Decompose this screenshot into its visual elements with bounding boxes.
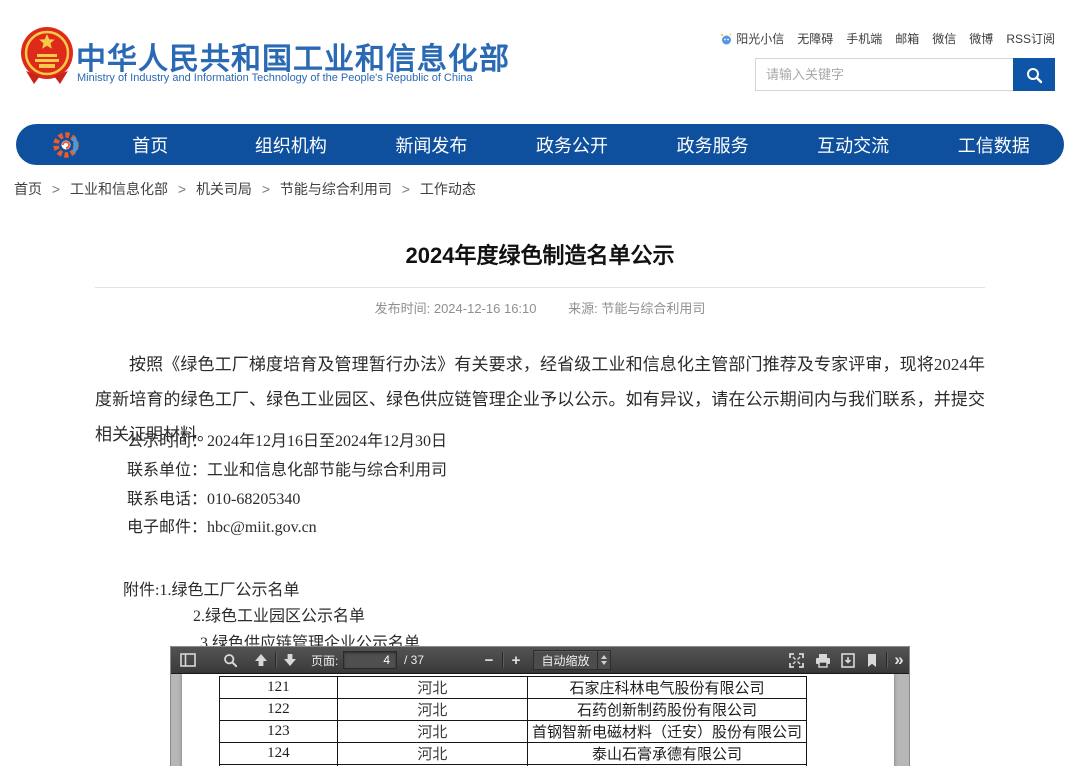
arrow-up-icon xyxy=(254,653,268,667)
contact-info-block: 公示时间：2024年12月16日至2024年12月30日 联系单位：工业和信息化… xyxy=(127,428,447,543)
zoom-select-spinner-icon xyxy=(597,651,610,669)
breadcrumb-miit[interactable]: 工业和信息化部 xyxy=(70,181,168,197)
previous-page-button[interactable] xyxy=(250,647,272,673)
breadcrumb-energy-dept[interactable]: 节能与综合利用司 xyxy=(280,181,392,197)
cell-province: 河北 xyxy=(337,699,527,721)
page-label: 页面: xyxy=(311,647,338,673)
article-title: 2024年度绿色制造名单公示 xyxy=(95,238,985,270)
contact-phone: 联系电话：010-68205340 xyxy=(127,486,447,515)
cell-no: 122 xyxy=(220,699,338,721)
cell-province: 河北 xyxy=(337,743,527,765)
sunshine-robot-icon xyxy=(719,32,733,46)
search-button[interactable] xyxy=(1013,58,1055,91)
cell-company: 首钢智新电磁材料（迁安）股份有限公司 xyxy=(527,721,806,743)
nav-item-data[interactable]: 工信数据 xyxy=(923,132,1064,158)
zoom-select-value: 自动缩放 xyxy=(534,652,597,669)
breadcrumb-work-updates[interactable]: 工作动态 xyxy=(420,181,476,197)
quick-link-accessibility[interactable]: 无障碍 xyxy=(797,30,833,47)
cell-company: 泰山石膏承德有限公司 xyxy=(527,743,806,765)
pdf-toolbar: 页面: / 37 − + 自动缩放 xyxy=(171,647,909,674)
toolbar-divider xyxy=(275,652,276,668)
next-page-button[interactable] xyxy=(279,647,301,673)
breadcrumb-separator: > xyxy=(52,181,60,197)
download-icon xyxy=(841,653,855,668)
cell-no: 121 xyxy=(220,677,338,699)
breadcrumb-departments[interactable]: 机关司局 xyxy=(196,181,252,197)
attachment-2: 2.绿色工业园区公示名单 xyxy=(193,604,420,630)
bookmark-icon xyxy=(866,653,878,668)
search-input[interactable] xyxy=(755,58,1013,91)
table-row: 122 河北 石药创新制药股份有限公司 xyxy=(220,699,807,721)
breadcrumb-home[interactable]: 首页 xyxy=(14,181,42,197)
nav-item-news[interactable]: 新闻发布 xyxy=(361,132,502,158)
quick-link-sunshine[interactable]: 阳光小信 xyxy=(719,30,784,47)
breadcrumb: 首页 > 工业和信息化部 > 机关司局 > 节能与综合利用司 > 工作动态 xyxy=(14,179,476,199)
quick-link-mail[interactable]: 邮箱 xyxy=(895,30,919,47)
national-emblem-logo xyxy=(20,26,74,86)
breadcrumb-separator: > xyxy=(402,181,410,197)
find-icon xyxy=(223,653,238,668)
toolbar-divider xyxy=(502,652,503,668)
toolbar-divider xyxy=(886,652,887,668)
breadcrumb-separator: > xyxy=(262,181,270,197)
print-icon xyxy=(815,653,831,668)
attachment-1: 附件:1.绿色工厂公示名单 xyxy=(123,578,420,604)
zoom-select[interactable]: 自动缩放 xyxy=(533,650,611,670)
quick-link-mobile[interactable]: 手机端 xyxy=(846,30,882,47)
zoom-out-button[interactable]: − xyxy=(479,647,499,673)
table-row: 121 河北 石家庄科林电气股份有限公司 xyxy=(220,677,807,699)
download-button[interactable] xyxy=(837,647,859,673)
quick-link-label: 阳光小信 xyxy=(736,30,784,47)
article-source: 来源: 节能与综合利用司 xyxy=(568,301,705,316)
publish-time: 发布时间: 2024-12-16 16:10 xyxy=(375,301,537,316)
cell-province: 河北 xyxy=(337,677,527,699)
search-icon xyxy=(1025,66,1043,84)
nav-item-interaction[interactable]: 互动交流 xyxy=(783,132,924,158)
nav-item-home[interactable]: 首页 xyxy=(80,132,221,158)
cell-company: 石家庄科林电气股份有限公司 xyxy=(527,677,806,699)
more-tools-button[interactable]: » xyxy=(888,647,910,673)
quick-link-rss[interactable]: RSS订阅 xyxy=(1006,30,1055,47)
article-meta: 发布时间: 2024-12-16 16:10 来源: 节能与综合利用司 xyxy=(95,298,985,317)
nav-items: 首页 组织机构 新闻发布 政务公开 政务服务 互动交流 工信数据 xyxy=(80,132,1064,158)
quick-link-wechat[interactable]: 微信 xyxy=(932,30,956,47)
title-divider xyxy=(95,287,985,288)
find-button[interactable] xyxy=(219,647,241,673)
pdf-viewer: 页面: / 37 − + 自动缩放 xyxy=(170,646,910,766)
page-number-input[interactable] xyxy=(343,651,397,669)
print-button[interactable] xyxy=(812,647,834,673)
search-bar xyxy=(755,58,1055,91)
cell-no: 123 xyxy=(220,721,338,743)
sidebar-toggle-icon xyxy=(180,653,196,667)
nav-item-organization[interactable]: 组织机构 xyxy=(221,132,362,158)
cell-province: 河北 xyxy=(337,721,527,743)
publicity-period: 公示时间：2024年12月16日至2024年12月30日 xyxy=(127,428,447,457)
sidebar-toggle-button[interactable] xyxy=(177,647,199,673)
contact-unit: 联系单位：工业和信息化部节能与综合利用司 xyxy=(127,457,447,486)
nav-item-gov-services[interactable]: 政务服务 xyxy=(642,132,783,158)
table-row: 123 河北 首钢智新电磁材料（迁安）股份有限公司 xyxy=(220,721,807,743)
miit-gear-e-icon xyxy=(52,131,80,159)
article: 2024年度绿色制造名单公示 发布时间: 2024-12-16 16:10 来源… xyxy=(95,232,985,648)
presentation-mode-button[interactable] xyxy=(785,647,807,673)
cell-company: 石药创新制药股份有限公司 xyxy=(527,699,806,721)
table-row: 124 河北 泰山石膏承德有限公司 xyxy=(220,743,807,765)
pdf-page: 121 河北 石家庄科林电气股份有限公司 122 河北 石药创新制药股份有限公司… xyxy=(182,674,894,766)
quick-link-weibo[interactable]: 微博 xyxy=(969,30,993,47)
green-factory-table: 121 河北 石家庄科林电气股份有限公司 122 河北 石药创新制药股份有限公司… xyxy=(219,676,807,766)
site-subtitle: Ministry of Industry and Information Tec… xyxy=(77,72,473,84)
breadcrumb-separator: > xyxy=(178,181,186,197)
arrow-down-icon xyxy=(283,653,297,667)
presentation-mode-icon xyxy=(789,653,804,668)
page: 中华人民共和国工业和信息化部 Ministry of Industry and … xyxy=(0,0,1080,766)
main-nav: 首页 组织机构 新闻发布 政务公开 政务服务 互动交流 工信数据 xyxy=(16,124,1064,165)
bookmark-button[interactable] xyxy=(861,647,883,673)
pdf-body[interactable]: 121 河北 石家庄科林电气股份有限公司 122 河北 石药创新制药股份有限公司… xyxy=(171,674,910,766)
nav-item-gov-disclosure[interactable]: 政务公开 xyxy=(502,132,643,158)
quick-links: 阳光小信 无障碍 手机端 邮箱 微信 微博 RSS订阅 xyxy=(719,30,1055,47)
cell-no: 124 xyxy=(220,743,338,765)
zoom-in-button[interactable]: + xyxy=(506,647,526,673)
contact-email: 电子邮件：hbc@miit.gov.cn xyxy=(127,514,447,543)
page-total: / 37 xyxy=(404,647,424,673)
